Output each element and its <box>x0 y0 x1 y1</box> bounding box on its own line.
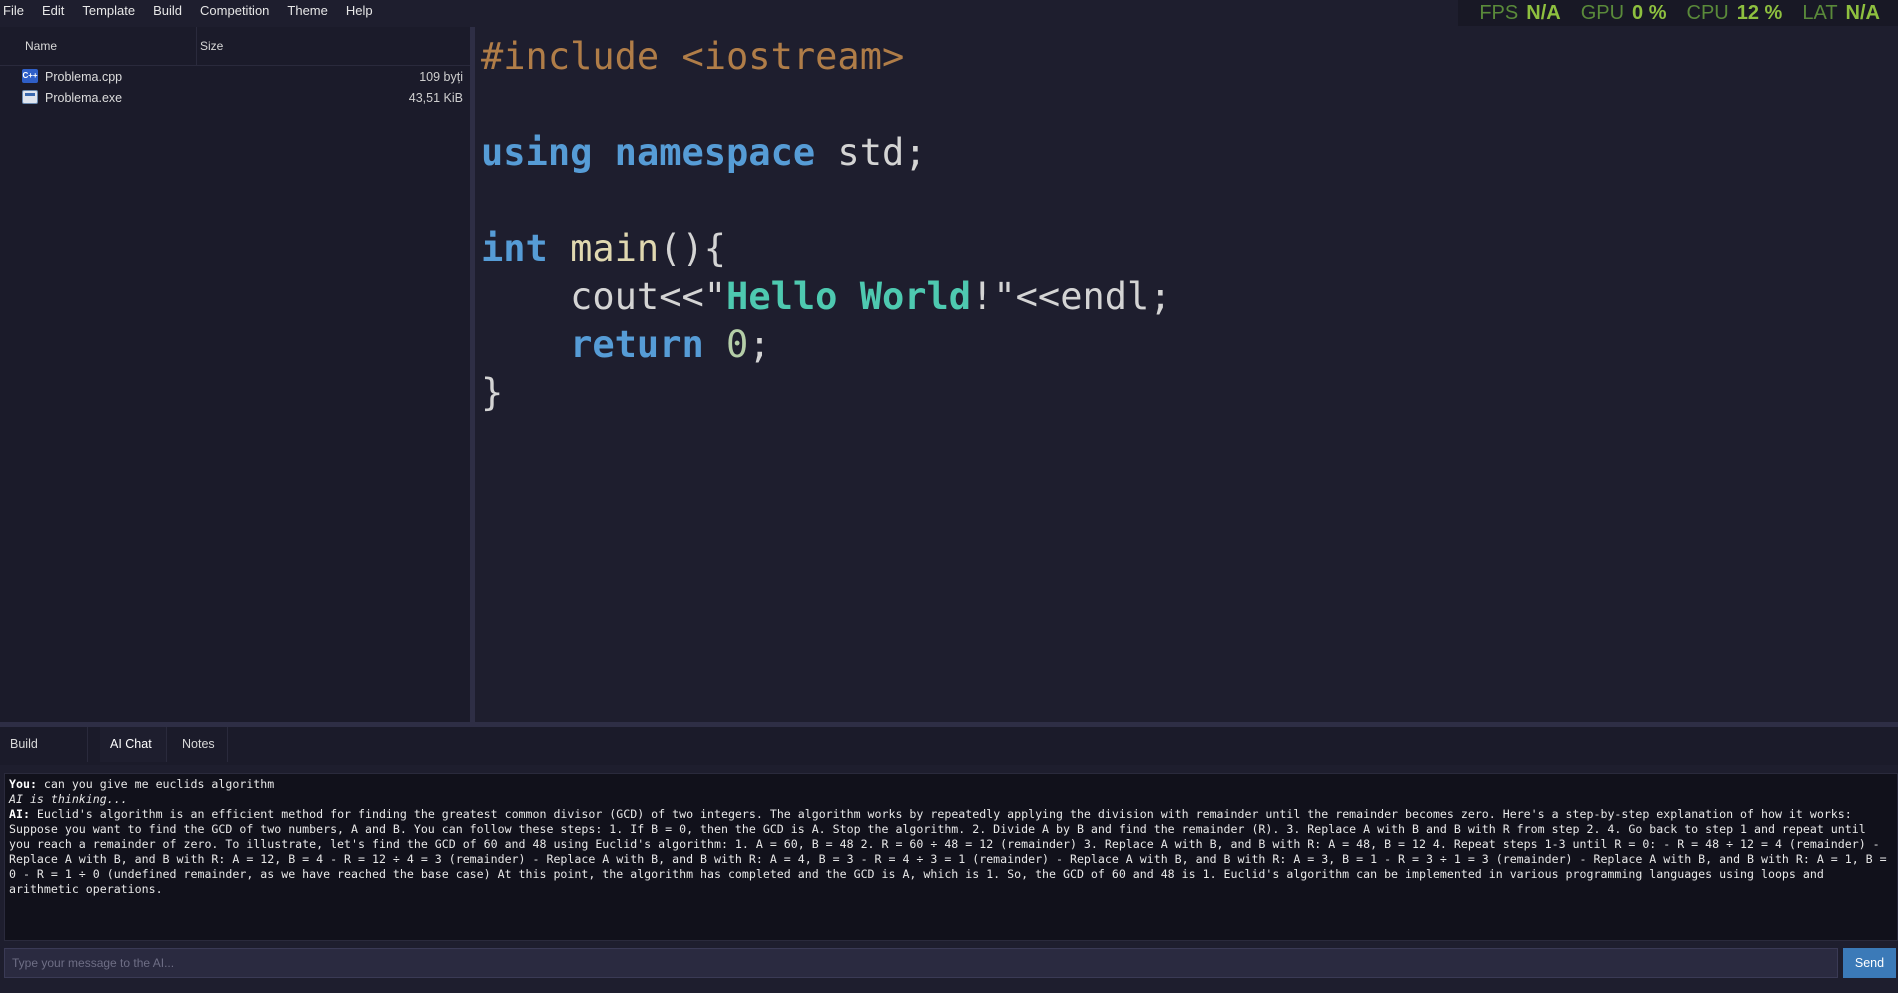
column-header-name[interactable]: Name <box>25 39 57 53</box>
punctuation-token: (){ <box>659 227 727 270</box>
lat-value: N/A <box>1845 1 1880 24</box>
tab-notes[interactable]: Notes <box>172 727 228 762</box>
tab-ai-chat[interactable]: AI Chat <box>100 727 167 762</box>
tab-build-output[interactable]: Build Output <box>0 727 88 786</box>
fps-value: N/A <box>1526 1 1561 24</box>
code-line-1: #include <iostream> <box>481 33 904 81</box>
column-divider[interactable] <box>196 27 197 65</box>
file-row-exe[interactable]: Problema.exe 43,51 KiB <box>0 88 470 109</box>
code-editor[interactable]: #include <iostream> using namespace std;… <box>475 27 1898 725</box>
code-line-6: cout<<"Hello World!"<<endl; <box>481 273 1172 321</box>
identifier-token: !"<<endl; <box>971 275 1172 318</box>
file-name: Problema.cpp <box>45 70 123 84</box>
menu-theme[interactable]: Theme <box>278 0 336 22</box>
code-line-8: } <box>481 369 503 417</box>
menu-build[interactable]: Build <box>144 0 191 22</box>
you-label: You: <box>9 777 37 791</box>
ai-message: AI: Euclid's algorithm is an efficient m… <box>9 807 1893 897</box>
thinking-indicator: AI is thinking... <box>9 792 128 806</box>
punctuation-token: } <box>481 371 504 414</box>
chat-input-row: Send <box>0 948 1898 984</box>
identifier-token: std; <box>815 131 927 174</box>
code-line-7: return 0; <box>481 321 771 369</box>
string-token: Hello World <box>726 275 972 318</box>
punctuation-token: ; <box>748 323 771 366</box>
number-token: 0 <box>726 323 749 366</box>
performance-overlay: FPS N/A GPU 0 % CPU 12 % LAT N/A <box>1458 0 1898 26</box>
bottom-tabs: Build Output AI Chat Notes <box>0 727 1898 786</box>
code-line-3: using namespace std; <box>481 129 927 177</box>
gpu-label: GPU <box>1580 1 1625 24</box>
menu-edit[interactable]: Edit <box>33 0 73 22</box>
chat-log[interactable]: You: can you give me euclids algorithm A… <box>4 773 1898 941</box>
fps-label: FPS <box>1479 1 1519 24</box>
keyword-token: namespace <box>614 131 816 174</box>
file-explorer: Name Size C++ Problema.cpp 109 byți Prob… <box>0 27 475 725</box>
ai-label: AI: <box>9 807 30 821</box>
cpp-file-icon: C++ <box>22 69 38 83</box>
column-header-size[interactable]: Size <box>200 39 223 53</box>
menu-file[interactable]: File <box>0 0 33 22</box>
chat-input[interactable] <box>4 948 1838 978</box>
keyword-token: using <box>481 131 593 174</box>
user-message: You: can you give me euclids algorithm <box>9 777 1893 792</box>
file-size: 109 byți <box>419 70 463 84</box>
cpu-value: 12 % <box>1736 1 1783 24</box>
code-line-5: int main(){ <box>481 225 726 273</box>
file-list-header: Name Size <box>0 27 470 66</box>
ai-message-text: Euclid's algorithm is an efficient metho… <box>9 807 1887 896</box>
file-size: 43,51 KiB <box>408 91 463 105</box>
exe-file-icon <box>22 90 38 104</box>
keyword-token: int <box>481 227 548 270</box>
send-button[interactable]: Send <box>1843 948 1896 978</box>
menu-template[interactable]: Template <box>73 0 144 22</box>
preprocessor-token: #include <iostream> <box>481 35 905 78</box>
cpu-label: CPU <box>1686 1 1729 24</box>
menu-competition[interactable]: Competition <box>191 0 278 22</box>
keyword-token: return <box>570 323 704 366</box>
function-token: main <box>570 227 660 270</box>
file-name: Problema.exe <box>45 91 123 105</box>
file-row-cpp[interactable]: C++ Problema.cpp 109 byți <box>0 67 470 88</box>
gpu-value: 0 % <box>1632 1 1667 24</box>
menu-help[interactable]: Help <box>337 0 382 22</box>
user-message-text: can you give me euclids algorithm <box>36 777 275 791</box>
lat-label: LAT <box>1802 1 1838 24</box>
identifier-token: cout<<" <box>570 275 727 318</box>
